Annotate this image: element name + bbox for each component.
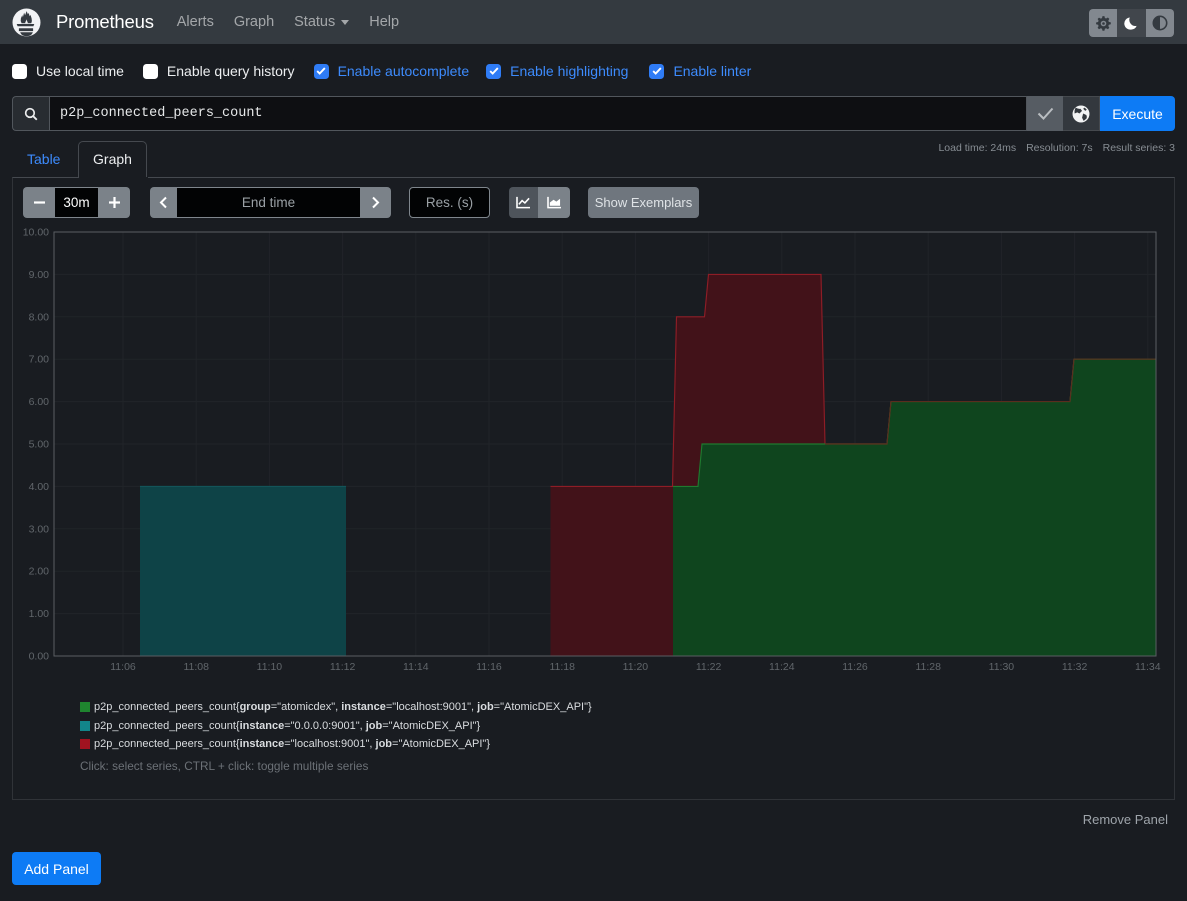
svg-text:11:26: 11:26: [842, 661, 868, 673]
svg-text:11:20: 11:20: [623, 661, 649, 673]
svg-text:11:30: 11:30: [989, 661, 1015, 673]
svg-text:9.00: 9.00: [29, 269, 50, 281]
svg-text:2.00: 2.00: [29, 566, 50, 578]
svg-text:11:24: 11:24: [769, 661, 795, 673]
svg-text:11:18: 11:18: [549, 661, 575, 673]
svg-text:11:28: 11:28: [915, 661, 941, 673]
svg-text:11:14: 11:14: [403, 661, 429, 673]
svg-text:11:08: 11:08: [183, 661, 209, 673]
svg-text:5.00: 5.00: [29, 439, 50, 451]
svg-text:6.00: 6.00: [29, 396, 50, 408]
svg-text:11:34: 11:34: [1135, 661, 1161, 673]
svg-text:1.00: 1.00: [29, 608, 50, 620]
svg-text:8.00: 8.00: [29, 311, 50, 323]
svg-text:11:06: 11:06: [110, 661, 136, 673]
svg-text:3.00: 3.00: [29, 523, 50, 535]
svg-text:4.00: 4.00: [29, 481, 50, 493]
svg-text:11:16: 11:16: [476, 661, 502, 673]
svg-text:0.00: 0.00: [29, 651, 50, 663]
svg-text:11:12: 11:12: [330, 661, 356, 673]
svg-text:11:10: 11:10: [257, 661, 283, 673]
svg-text:11:22: 11:22: [696, 661, 722, 673]
svg-text:10.00: 10.00: [23, 227, 49, 239]
svg-text:11:32: 11:32: [1062, 661, 1088, 673]
svg-text:7.00: 7.00: [29, 354, 50, 366]
